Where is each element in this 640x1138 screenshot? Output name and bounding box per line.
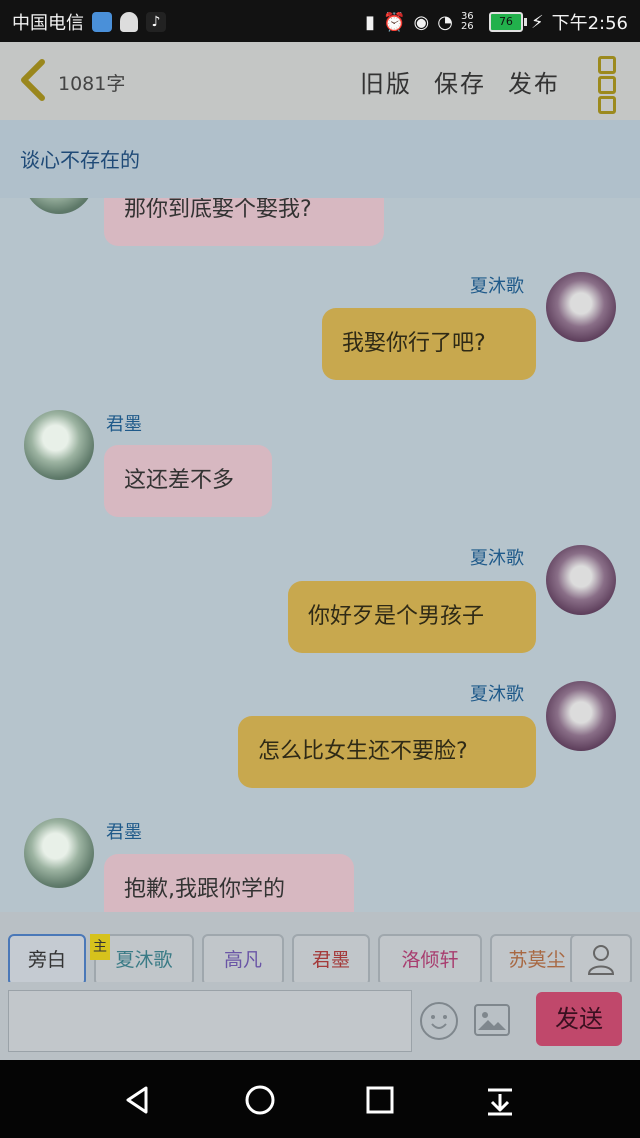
save-button[interactable]: 保存 <box>434 64 486 99</box>
eye-icon: ◉ <box>413 11 430 33</box>
carrier-label: 中国电信 <box>12 13 84 34</box>
message-bubble-right[interactable]: 你好歹是个男孩子 <box>288 581 536 653</box>
chevron-left-icon <box>21 59 45 101</box>
message-bubble-left[interactable]: 那你到底娶个娶我? <box>104 198 384 246</box>
old-version-button[interactable]: 旧版 <box>360 64 412 99</box>
user-icon <box>587 945 615 975</box>
sender-name: 君墨 <box>106 822 142 843</box>
avatar-right[interactable] <box>546 272 616 342</box>
send-button[interactable]: 发送 <box>536 992 622 1046</box>
avatar-left[interactable] <box>24 410 94 480</box>
avatar-left[interactable] <box>24 198 94 214</box>
emoji-icon[interactable] <box>420 1002 458 1040</box>
menu-dot-icon <box>598 96 616 114</box>
chat-title: 谈心不存在的 <box>20 148 140 172</box>
sender-name: 君墨 <box>106 414 142 435</box>
avatar-right[interactable] <box>546 681 616 751</box>
add-role-button[interactable] <box>570 934 632 986</box>
chat-area[interactable]: 那你到底娶个娶我? 夏沐歌 我娶你行了吧? 君墨 这还差不多 夏沐歌 你好歹是个… <box>0 198 640 912</box>
role-luo-qingxuan[interactable]: 洛倾轩 <box>378 934 482 986</box>
role-jun-mo[interactable]: 君墨 <box>292 934 370 986</box>
message-bubble-left[interactable]: 这还差不多 <box>104 445 272 517</box>
picture <box>478 1012 506 1030</box>
wifi-icon: ◔ <box>437 11 453 33</box>
word-count: 1081字 <box>58 73 126 95</box>
nav-notification-icon[interactable] <box>482 1082 518 1118</box>
role-gao-fan[interactable]: 高凡 <box>202 934 284 986</box>
nav-recent-icon[interactable] <box>362 1082 398 1118</box>
status-time: 下午2:56 <box>551 13 628 34</box>
chat-title-bar: 谈心不存在的 <box>0 120 640 198</box>
alarm-icon: ⏰ <box>383 11 406 33</box>
main-role-badge: 主 <box>90 934 110 960</box>
menu-dot-icon <box>598 76 616 94</box>
vibrate-icon: ▮ <box>365 11 376 33</box>
image-icon[interactable] <box>474 1004 510 1036</box>
charging-icon: ⚡ <box>530 11 544 33</box>
sender-name: 夏沐歌 <box>470 548 524 569</box>
composer: 发送 <box>0 982 640 1060</box>
message-bubble-left[interactable]: 抱歉,我跟你学的 <box>104 854 354 912</box>
tiktok-icon: ♪ <box>146 12 166 32</box>
more-menu-button[interactable] <box>598 56 616 114</box>
role-narrator[interactable]: 旁白 <box>8 934 86 986</box>
message-input[interactable] <box>8 990 412 1052</box>
message-bubble-right[interactable]: 我娶你行了吧? <box>322 308 536 380</box>
sender-name: 夏沐歌 <box>470 276 524 297</box>
shield-icon <box>92 12 112 32</box>
publish-button[interactable]: 发布 <box>508 64 560 99</box>
network-label: 36 26 <box>460 11 474 32</box>
status-bar: 中国电信 ♪ ▮ ⏰ ◉ ◔ 36 26 76 ⚡ 下午2:56 <box>0 0 640 42</box>
battery-icon: 76 <box>488 12 527 32</box>
avatar-right[interactable] <box>546 545 616 615</box>
nav-back-icon[interactable] <box>120 1082 156 1118</box>
emoji-face <box>431 1015 447 1029</box>
battery-level: 76 <box>498 15 513 28</box>
menu-dot-icon <box>598 56 616 74</box>
editor-header: 1081字 旧版 保存 发布 <box>0 42 640 120</box>
qq-ghost-icon <box>120 12 138 32</box>
sender-name: 夏沐歌 <box>470 684 524 705</box>
nav-home-icon[interactable] <box>242 1082 278 1118</box>
message-bubble-right[interactable]: 怎么比女生还不要脸? <box>238 716 536 788</box>
back-button[interactable] <box>16 58 50 102</box>
android-nav-bar <box>0 1060 640 1138</box>
avatar-left[interactable] <box>24 818 94 888</box>
